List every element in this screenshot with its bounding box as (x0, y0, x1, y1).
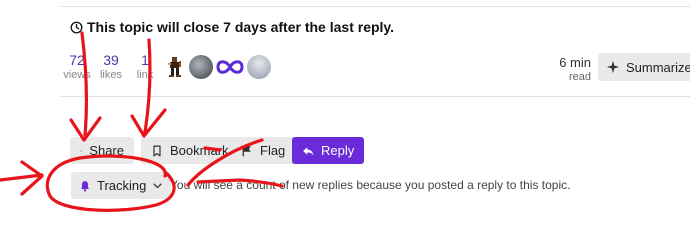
reply-button[interactable]: Reply (292, 137, 365, 164)
infinity-loop-avatar[interactable] (215, 55, 245, 79)
views-count: 72 (69, 52, 85, 68)
annotation-arrow-share (69, 31, 102, 142)
portrait-avatar[interactable] (247, 55, 271, 79)
share-label: Share (89, 143, 124, 158)
topic-timer-notice: This topic will close 7 days after the l… (70, 19, 394, 35)
read-time-value: 6 min (559, 55, 591, 70)
link-icon (80, 149, 82, 152)
views-label: views (63, 69, 91, 81)
notification-level-label: Tracking (97, 178, 147, 193)
bookmark-icon (153, 145, 161, 156)
stat-likes[interactable]: 39 likes (94, 52, 128, 82)
links-count: 1 (141, 52, 149, 68)
clock-icon (70, 21, 83, 33)
notification-level-dropdown[interactable]: Tracking (71, 172, 172, 199)
bookmark-label: Bookmark (170, 143, 229, 158)
flag-icon (242, 145, 251, 156)
notification-description: You will see a count of new replies beca… (170, 178, 571, 192)
share-button[interactable]: Share (70, 137, 134, 164)
links-label: link (136, 69, 154, 81)
stat-links[interactable]: 1 link (128, 52, 162, 82)
likes-count: 39 (103, 52, 119, 68)
reply-label: Reply (321, 143, 355, 158)
read-time: 6 min read (555, 55, 591, 84)
summarize-button[interactable]: Summarize (598, 53, 690, 81)
pixel-sprite-avatar[interactable] (163, 55, 187, 79)
annotation-arrow-left (0, 160, 44, 196)
bell-icon (80, 180, 90, 192)
topic-divider (60, 96, 690, 97)
chevron-down-icon (153, 183, 162, 189)
bookmark-button[interactable]: Bookmark (141, 137, 239, 164)
topic-stats: 72 views 39 likes 1 link (60, 52, 162, 82)
summarize-label: Summarize (626, 59, 690, 75)
sparkle-icon (606, 60, 620, 74)
masked-photo-avatar[interactable] (189, 55, 213, 79)
stat-views: 72 views (60, 52, 94, 82)
reply-icon (303, 146, 314, 155)
likes-label: likes (99, 69, 122, 81)
read-time-label: read (568, 71, 591, 83)
participant-avatars (163, 55, 271, 79)
topic-timer-text: This topic will close 7 days after the l… (87, 19, 395, 35)
flag-label: Flag (260, 143, 286, 158)
flag-button[interactable]: Flag (231, 137, 296, 164)
top-divider (60, 6, 690, 7)
